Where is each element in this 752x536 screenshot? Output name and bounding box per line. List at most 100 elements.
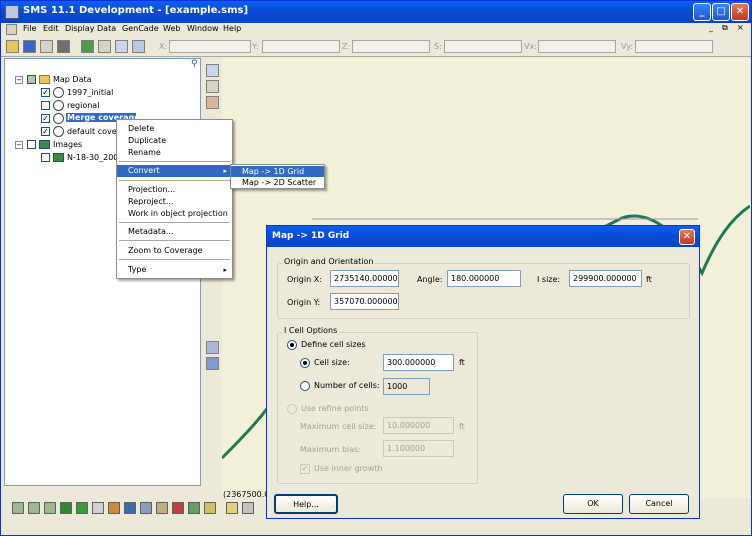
cell-size-radio[interactable] <box>300 358 310 368</box>
info-icon[interactable] <box>115 40 128 53</box>
open-folder-icon[interactable] <box>6 40 19 53</box>
menu-edit[interactable]: Edit <box>43 24 59 33</box>
icell-options-title: I Cell Options <box>282 326 340 335</box>
help-button[interactable]: Help... <box>274 494 338 514</box>
menu-separator <box>119 240 230 241</box>
gis-module-icon[interactable] <box>124 502 136 514</box>
tool-icon[interactable] <box>132 40 145 53</box>
menu-item-rename[interactable]: Rename <box>117 147 232 159</box>
s-coord-field[interactable] <box>444 40 522 53</box>
menu-web[interactable]: Web <box>163 24 180 33</box>
cancel-button[interactable]: Cancel <box>629 494 689 514</box>
map-module-icon[interactable] <box>108 502 120 514</box>
coverage-icon <box>53 126 64 137</box>
node-tool-icon[interactable] <box>206 341 219 354</box>
menu-display[interactable]: Display <box>65 24 95 33</box>
pin-icon[interactable]: ⚲ <box>191 59 201 69</box>
title-bar: SMS 11.1 Development - [example.sms] _ □… <box>1 1 751 23</box>
menu-item-type[interactable]: Type ▸ <box>117 264 232 276</box>
scatter-tool-icon[interactable] <box>204 502 216 514</box>
menu-item-delete[interactable]: Delete <box>117 123 232 135</box>
vx-coord-field[interactable] <box>538 40 616 53</box>
isize-field[interactable]: 299900.000000 <box>569 270 642 287</box>
misc-tool-icon[interactable] <box>242 502 254 514</box>
origin-x-label: Origin X: <box>287 275 322 284</box>
menu-item-duplicate[interactable]: Duplicate <box>117 135 232 147</box>
menu-item-zoom-to-coverage[interactable]: Zoom to Coverage <box>117 245 232 257</box>
1d-grid-module-icon[interactable] <box>76 502 88 514</box>
max-bias-label: Maximum bias: <box>300 445 362 454</box>
tree-node-coverage[interactable]: 1997_initial <box>5 87 195 99</box>
menu-window[interactable]: Window <box>187 24 219 33</box>
sms-app-icon <box>5 5 19 19</box>
menu-item-metadata[interactable]: Metadata... <box>117 226 232 238</box>
maximize-button[interactable]: □ <box>712 3 730 21</box>
annotation-module-icon[interactable] <box>172 502 184 514</box>
mesh-module-icon[interactable] <box>12 502 24 514</box>
isize-unit: ft <box>646 275 652 284</box>
images-checkbox[interactable] <box>27 140 36 149</box>
grid-module-icon[interactable] <box>60 502 72 514</box>
vy-coord-field[interactable] <box>635 40 713 53</box>
arc-tool-icon[interactable] <box>206 357 219 370</box>
ok-button[interactable]: OK <box>563 494 623 514</box>
zoom-tool-icon[interactable] <box>206 80 219 93</box>
particle-module-icon[interactable] <box>92 502 104 514</box>
menu-item-convert[interactable]: Convert ▸ <box>117 165 232 177</box>
menu-help[interactable]: Help <box>223 24 241 33</box>
mdi-restore-button[interactable]: ⧉ <box>722 23 728 33</box>
quadtree-module-icon[interactable] <box>140 502 152 514</box>
coverage-checkbox[interactable] <box>41 114 50 123</box>
collapse-icon[interactable]: − <box>15 76 23 84</box>
menu-file[interactable]: File <box>23 24 36 33</box>
coverage-icon <box>53 87 64 98</box>
type-label: Type <box>128 265 147 274</box>
number-of-cells-field[interactable]: 1000 <box>383 378 430 395</box>
generic-model-icon[interactable] <box>188 502 200 514</box>
mdi-minimize-button[interactable]: _ <box>709 23 713 32</box>
pan-tool-icon[interactable] <box>206 96 219 109</box>
cell-size-field[interactable]: 300.000000 <box>383 354 454 371</box>
dialog-close-button[interactable]: ✕ <box>679 229 695 245</box>
tree-node-coverage[interactable]: regional <box>5 100 195 112</box>
menu-item-map-to-2d-scatter[interactable]: Map -> 2D Scatter <box>231 177 324 188</box>
cartesian-grid-module-icon[interactable] <box>28 502 40 514</box>
save-icon[interactable] <box>23 40 36 53</box>
print-icon[interactable] <box>40 40 53 53</box>
zoom-frame-icon[interactable] <box>98 40 111 53</box>
origin-x-field[interactable]: 2735140.000000 <box>330 270 399 287</box>
lightbulb-icon[interactable] <box>226 502 238 514</box>
mdi-close-button[interactable]: × <box>737 23 744 32</box>
select-tool-icon[interactable] <box>206 64 219 77</box>
menu-data[interactable]: Data <box>97 24 116 33</box>
coverage-checkbox[interactable] <box>41 88 50 97</box>
y-coord-field[interactable] <box>262 40 340 53</box>
define-cell-sizes-radio[interactable] <box>287 340 297 350</box>
tree-node-map-data[interactable]: − Map Data <box>5 74 195 86</box>
angle-field[interactable]: 180.000000 <box>447 270 521 287</box>
origin-y-field[interactable]: 357070.000000 <box>330 293 399 310</box>
map-data-checkbox[interactable] <box>27 75 36 84</box>
image-checkbox[interactable] <box>41 153 50 162</box>
x-coord-field[interactable] <box>169 40 251 53</box>
use-refine-points-label: Use refine points <box>301 404 369 413</box>
menu-item-map-to-1d-grid[interactable]: Map -> 1D Grid <box>231 166 324 177</box>
collapse-icon[interactable]: − <box>15 141 23 149</box>
z-coord-field[interactable] <box>352 40 430 53</box>
menu-item-projection[interactable]: Projection... <box>117 184 232 196</box>
minimize-button[interactable]: _ <box>693 3 711 21</box>
coverage-checkbox[interactable] <box>41 101 50 110</box>
number-of-cells-radio[interactable] <box>300 381 310 391</box>
menu-item-reproject[interactable]: Reproject... <box>117 196 232 208</box>
menu-item-work-in-object-projection[interactable]: Work in object projection <box>117 208 232 220</box>
menu-separator <box>119 161 230 162</box>
dialog-title: Map -> 1D Grid <box>267 226 699 247</box>
delete-icon[interactable] <box>57 40 70 53</box>
coverage-label: regional <box>67 101 100 110</box>
refresh-icon[interactable] <box>81 40 94 53</box>
close-button[interactable]: ✕ <box>731 3 749 21</box>
coverage-checkbox[interactable] <box>41 127 50 136</box>
scatter-module-icon[interactable] <box>44 502 56 514</box>
raster-module-icon[interactable] <box>156 502 168 514</box>
menu-gencade[interactable]: GenCade <box>122 24 159 33</box>
